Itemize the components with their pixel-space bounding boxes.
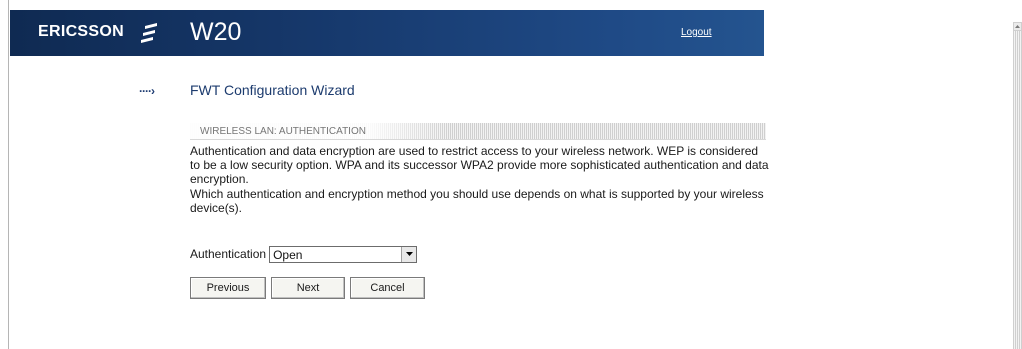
wizard-buttons: Previous Next Cancel bbox=[190, 277, 430, 299]
description-paragraph: Which authentication and encryption meth… bbox=[190, 186, 764, 215]
description: Authentication and data encryption are u… bbox=[190, 144, 770, 215]
scroll-up-arrow-icon bbox=[1015, 25, 1020, 28]
scroll-up-button[interactable] bbox=[1013, 22, 1022, 31]
vertical-scrollbar[interactable] bbox=[1013, 22, 1022, 349]
window-left-border bbox=[8, 0, 9, 349]
chevron-down-icon bbox=[405, 252, 413, 256]
wizard-title: FWT Configuration Wizard bbox=[190, 82, 355, 98]
previous-button[interactable]: Previous bbox=[190, 277, 266, 299]
description-paragraph: Authentication and data encryption are u… bbox=[190, 144, 769, 187]
ericsson-logo-icon bbox=[141, 23, 157, 43]
header-bar: ERICSSON W20 Logout bbox=[10, 10, 764, 56]
logout-link[interactable]: Logout bbox=[681, 27, 712, 38]
dropdown-button[interactable] bbox=[401, 246, 417, 262]
product-name: W20 bbox=[190, 18, 242, 46]
authentication-label: Authentication bbox=[190, 247, 267, 261]
authentication-select-value: Open bbox=[273, 247, 303, 262]
authentication-row: Authentication Open bbox=[190, 244, 418, 264]
section-title: WIRELESS LAN: AUTHENTICATION bbox=[200, 126, 366, 137]
authentication-select[interactable]: Open bbox=[269, 245, 418, 263]
dotted-arrow-icon: ····› bbox=[139, 84, 155, 98]
next-button[interactable]: Next bbox=[271, 277, 345, 299]
section-header: WIRELESS LAN: AUTHENTICATION bbox=[190, 123, 766, 140]
brand-name: ERICSSON bbox=[38, 23, 124, 40]
cancel-button[interactable]: Cancel bbox=[350, 277, 425, 299]
